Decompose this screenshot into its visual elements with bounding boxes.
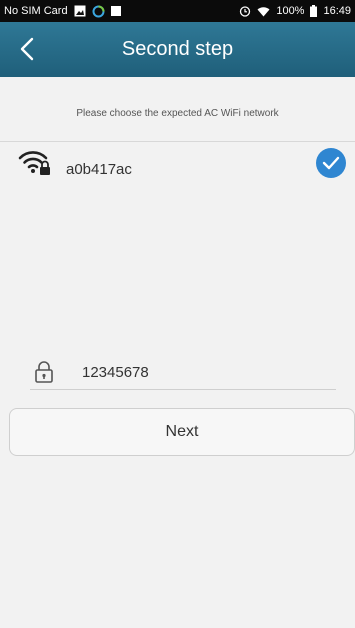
selected-check-icon[interactable] <box>316 148 346 178</box>
status-bar-right: 100% 16:49 <box>239 5 351 17</box>
wifi-lock-icon <box>18 148 52 178</box>
status-bar-left: No SIM Card <box>4 5 121 18</box>
notification-image-icon <box>74 5 86 17</box>
network-ssid: a0b417ac <box>66 161 132 178</box>
clock-time: 16:49 <box>323 5 351 17</box>
password-input[interactable] <box>82 358 332 386</box>
chevron-left-icon <box>20 37 34 61</box>
network-list-item[interactable]: a0b417ac <box>0 144 355 188</box>
carrier-text: No SIM Card <box>4 5 68 17</box>
back-button[interactable] <box>14 36 40 62</box>
password-row <box>0 352 355 392</box>
next-button[interactable]: Next <box>9 408 355 456</box>
status-bar: No SIM Card 100% 16:49 <box>0 0 355 22</box>
battery-percent: 100% <box>276 5 305 17</box>
divider <box>0 141 355 142</box>
alarm-icon <box>239 5 251 17</box>
instruction-text: Please choose the expected AC WiFi netwo… <box>76 108 279 119</box>
battery-icon <box>310 5 318 17</box>
wifi-status-icon <box>257 6 270 17</box>
page-title: Second step <box>121 38 234 60</box>
notification-square-icon <box>110 6 121 16</box>
lock-icon <box>34 360 54 384</box>
password-underline <box>30 389 336 390</box>
sync-icon <box>92 5 105 18</box>
app-header: Second step <box>0 22 355 77</box>
